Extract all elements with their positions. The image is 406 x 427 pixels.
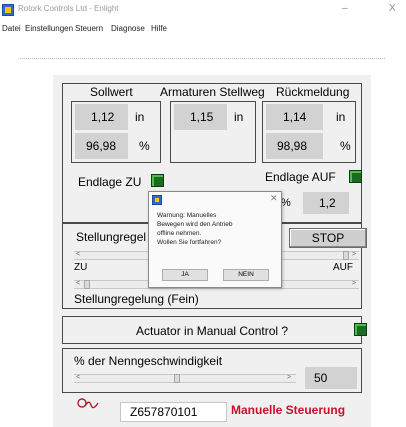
dialog-message-line-3: offline nehmen.	[157, 230, 202, 237]
menu-einstellungen[interactable]: Einstellungen	[25, 24, 73, 33]
speed-label: % der Nenngeschwindigkeit	[74, 354, 223, 368]
endlage-zu-indicator	[151, 174, 164, 187]
warning-dialog: ✕ Warnung: Manuelles Bewegen wird den An…	[148, 191, 282, 288]
stellweg-in-unit: in	[234, 110, 244, 124]
menu-datei[interactable]: Datei	[2, 24, 21, 33]
rueckmeldung-header: Rückmeldung	[276, 85, 350, 99]
menu-hilfe[interactable]: Hilfe	[151, 24, 167, 33]
manual-control-label: Actuator in Manual Control ?	[136, 324, 289, 338]
dialog-yes-button[interactable]: JA	[162, 269, 208, 281]
stellweg-in-value: 1,15	[190, 110, 214, 124]
rueckmeldung-in-unit: in	[336, 110, 346, 124]
sollwert-in-value: 1,12	[91, 110, 115, 124]
speed-value-field[interactable]	[305, 367, 357, 389]
sollwert-header: Sollwert	[90, 85, 133, 99]
title-bar: Rotork Controls Ltd - Enlight – X	[0, 0, 406, 22]
speed-slider[interactable]	[74, 374, 296, 383]
stellweg-header: Armaturen Stellweg	[160, 85, 265, 99]
fein-label: Stellungregelung (Fein)	[74, 292, 199, 306]
stellung-label: Stellungregel	[76, 230, 147, 244]
endlage-auf-indicator	[349, 170, 362, 183]
window-title: Rotork Controls Ltd - Enlight	[18, 4, 119, 13]
fein-right-arrow-icon[interactable]: >	[352, 280, 356, 287]
rueckmeldung-pct-unit: %	[340, 139, 351, 153]
minimize-icon[interactable]: –	[342, 3, 348, 14]
manual-control-indicator	[354, 323, 367, 336]
speed-right-arrow-icon[interactable]: >	[287, 374, 291, 381]
dialog-app-icon	[152, 195, 162, 205]
sollwert-pct-value: 96,98	[86, 139, 117, 153]
dialog-close-icon[interactable]: ✕	[270, 193, 278, 204]
menu-steuern[interactable]: Steuern	[75, 24, 103, 33]
app-logo-icon	[2, 4, 14, 16]
speed-value: 50	[314, 371, 328, 385]
fein-left-arrow-icon[interactable]: <	[76, 280, 80, 287]
dialog-message-line-2: Bewegen wird den Antrieb	[157, 221, 233, 228]
endlage-auf-label: Endlage AUF	[265, 170, 336, 184]
dialog-no-button[interactable]: NEIN	[223, 269, 269, 281]
close-icon[interactable]: X	[389, 3, 396, 14]
slider-right-arrow-icon[interactable]: >	[352, 251, 356, 258]
slider-left-arrow-icon[interactable]: <	[76, 251, 80, 258]
fein-slider-thumb[interactable]	[84, 280, 90, 289]
endlage-auf-value: 1,2	[319, 196, 336, 210]
serial-number-field: Z657870101	[120, 402, 227, 422]
stellung-auf-label: AUF	[333, 262, 353, 273]
speed-slider-thumb[interactable]	[174, 374, 180, 383]
signal-logo-icon	[77, 397, 99, 411]
rueckmeldung-in-value: 1,14	[283, 110, 307, 124]
dialog-message-line-4: Wollen Sie fortfahren?	[157, 239, 222, 246]
divider	[20, 58, 385, 59]
dialog-message-line-1: Warnung: Manuelles	[157, 212, 217, 219]
speed-left-arrow-icon[interactable]: <	[76, 374, 80, 381]
stellung-slider-thumb[interactable]	[343, 251, 349, 260]
menu-diagnose[interactable]: Diagnose	[111, 24, 145, 33]
stellung-zu-label: ZU	[74, 262, 88, 273]
sollwert-in-unit: in	[135, 110, 145, 124]
endlage-zu-label: Endlage ZU	[78, 175, 142, 189]
sollwert-pct-unit: %	[139, 139, 150, 153]
stop-button[interactable]: STOP	[289, 228, 367, 248]
rueckmeldung-pct-value: 98,98	[277, 139, 308, 153]
endlage-partial-unit: %	[281, 197, 291, 209]
mode-label: Manuelle Steuerung	[231, 403, 346, 417]
